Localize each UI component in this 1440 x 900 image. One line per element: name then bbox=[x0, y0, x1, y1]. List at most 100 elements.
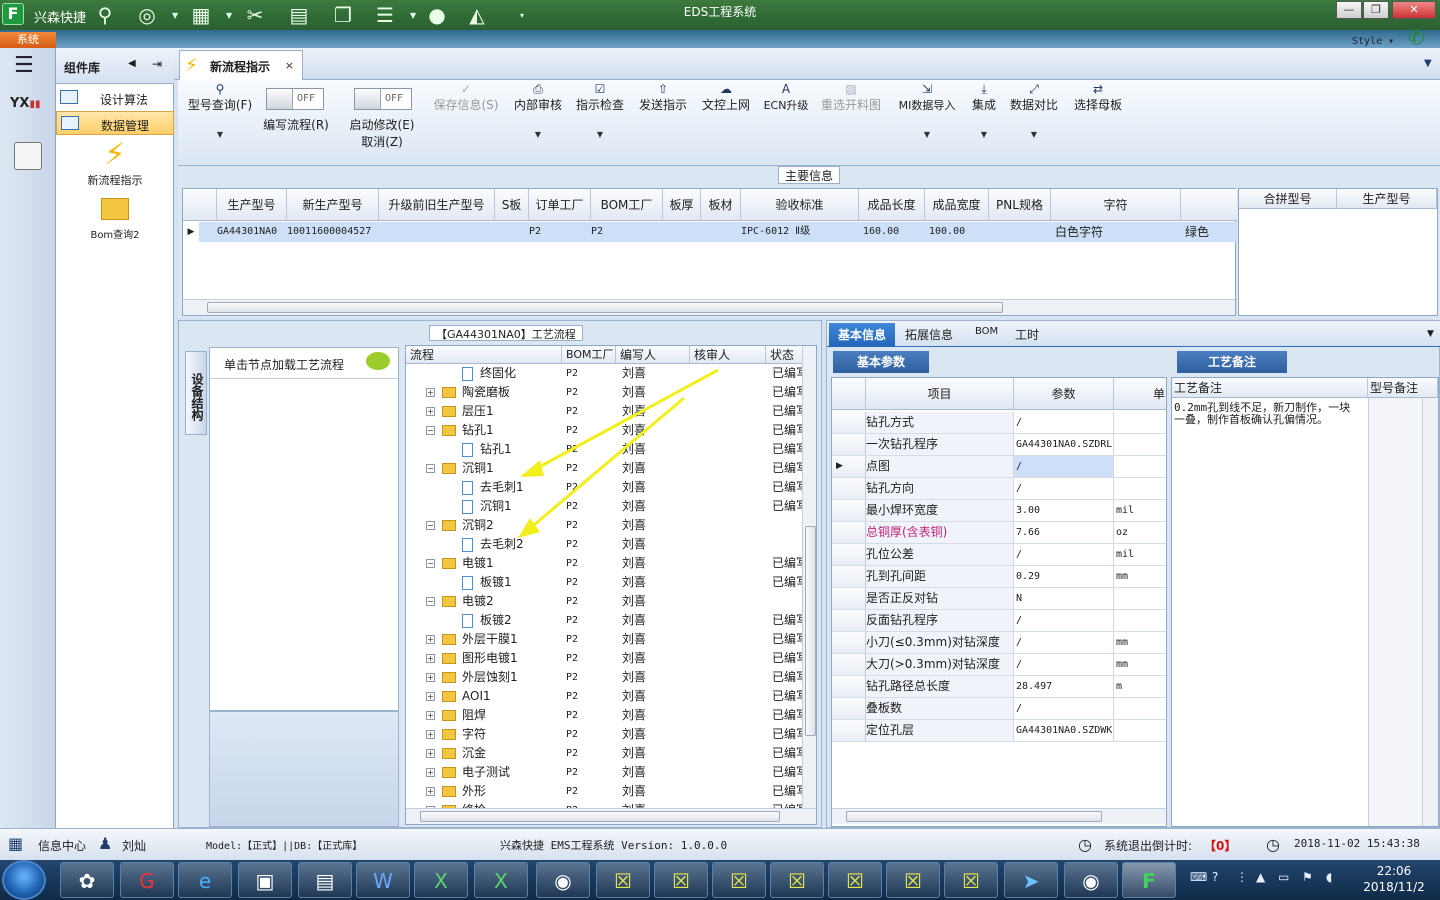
expand-icon[interactable]: + bbox=[426, 730, 435, 739]
collapse-icon[interactable]: − bbox=[426, 597, 435, 606]
ecn-upgrade-button[interactable]: A ECN升级 bbox=[760, 82, 812, 113]
tool-bom-query[interactable]: Bom查询2 bbox=[56, 198, 174, 241]
taskbar-clock[interactable]: 22:06 2018/11/2 bbox=[1352, 863, 1436, 895]
column-header[interactable]: 单 bbox=[1114, 378, 1166, 410]
collapse-left-icon[interactable]: ◀ bbox=[128, 58, 136, 69]
param-row[interactable]: 钻孔方向 / bbox=[832, 478, 1166, 500]
column-header[interactable]: 状态 bbox=[766, 346, 804, 364]
flag-icon[interactable]: ⚑ bbox=[1302, 870, 1313, 884]
grid-icon[interactable]: ▦ bbox=[8, 835, 30, 853]
info-center-label[interactable]: 信息中心 bbox=[38, 837, 86, 854]
floppy-icon[interactable]: ▣ bbox=[238, 862, 292, 898]
tree-row[interactable]: + 阻焊 P2 刘喜 已编写 bbox=[406, 706, 806, 725]
param-value[interactable]: / bbox=[1014, 698, 1114, 719]
param-value[interactable]: / bbox=[1014, 544, 1114, 565]
param-value[interactable]: GA44301NA0.SZDRL bbox=[1014, 434, 1114, 455]
param-row[interactable]: 一次钻孔程序 GA44301NA0.SZDRL bbox=[832, 434, 1166, 456]
param-row[interactable]: 是否正反对钻 N bbox=[832, 588, 1166, 610]
excel-icon[interactable]: X bbox=[414, 862, 468, 898]
equipment-structure-tab[interactable]: 设备结构 bbox=[185, 351, 207, 435]
window-app-icon[interactable]: ☒ bbox=[944, 862, 998, 898]
phone-icon[interactable]: ✆ bbox=[1408, 25, 1425, 49]
hamburger-menu-icon[interactable]: ☰ bbox=[14, 55, 40, 77]
param-row[interactable]: 孔到孔间距 0.29 mm bbox=[832, 566, 1166, 588]
expand-icon[interactable]: + bbox=[426, 654, 435, 663]
model-query-button[interactable]: ⚲ 型号查询(F) ▼ bbox=[184, 82, 256, 142]
collapse-icon[interactable]: − bbox=[426, 521, 435, 530]
volume-icon[interactable]: ◖ bbox=[1326, 870, 1332, 884]
param-value[interactable]: 7.66 bbox=[1014, 522, 1114, 543]
param-row[interactable]: 钻孔路径总长度 28.497 m bbox=[832, 676, 1166, 698]
column-header[interactable]: 新生产型号 bbox=[287, 189, 379, 221]
param-row[interactable]: 孔位公差 / mil bbox=[832, 544, 1166, 566]
tree-row[interactable]: +终检P2刘喜已编写 bbox=[406, 801, 806, 808]
column-header[interactable]: 生产型号 bbox=[1337, 189, 1437, 209]
horizontal-scrollbar[interactable] bbox=[832, 808, 1166, 824]
network-app-icon[interactable]: ◉ bbox=[536, 862, 590, 898]
tab-new-process[interactable]: ⚡ 新流程指示 × bbox=[179, 50, 303, 80]
tabs-dropdown-icon[interactable]: ▼ bbox=[1424, 58, 1432, 69]
param-value[interactable]: / bbox=[1014, 412, 1114, 433]
mi-import-button[interactable]: ⇲ MI数据导入 ▼ bbox=[892, 82, 962, 142]
column-header[interactable]: 验收标准 bbox=[741, 189, 859, 221]
send-instruction-button[interactable]: ⇧ 发送指示 bbox=[634, 82, 692, 113]
expand-icon[interactable]: + bbox=[426, 692, 435, 701]
tree-row[interactable]: 板镀1 P2 刘喜 已编写 bbox=[406, 573, 806, 592]
column-header[interactable]: 板厚 bbox=[663, 189, 701, 221]
tree-row[interactable]: + 外层蚀刻1 P2 刘喜 已编写 bbox=[406, 668, 806, 687]
tree-row[interactable]: − 电镀2 P2 刘喜 bbox=[406, 592, 806, 611]
tree-row[interactable]: 板镀2 P2 刘喜 已编写 bbox=[406, 611, 806, 630]
column-header[interactable]: 成品长度 bbox=[859, 189, 925, 221]
write-process-toggle[interactable]: OFF bbox=[266, 88, 324, 110]
scroll-thumb[interactable] bbox=[420, 811, 780, 822]
window-app-icon[interactable]: ☒ bbox=[886, 862, 940, 898]
horizontal-scrollbar[interactable] bbox=[406, 808, 816, 824]
param-value[interactable]: N bbox=[1014, 588, 1114, 609]
column-header[interactable]: BOM工厂 bbox=[591, 189, 663, 221]
window-app-icon[interactable]: ☒ bbox=[712, 862, 766, 898]
scanner-icon[interactable]: ▤ bbox=[298, 862, 352, 898]
window-app-icon[interactable]: ☒ bbox=[828, 862, 882, 898]
param-row[interactable]: 钻孔方式 / bbox=[832, 412, 1166, 434]
instruction-check-button[interactable]: ☑ 指示检查 ▼ bbox=[572, 82, 628, 142]
param-value[interactable]: / bbox=[1014, 610, 1114, 631]
tree-row[interactable]: + 外形 P2 刘喜 已编写 bbox=[406, 782, 806, 801]
start-modify-toggle[interactable]: OFF bbox=[354, 88, 412, 110]
tab-close-icon[interactable]: × bbox=[285, 59, 294, 72]
scroll-thumb[interactable] bbox=[846, 811, 1102, 822]
column-header[interactable]: 订单工厂 bbox=[529, 189, 591, 221]
expand-icon[interactable]: + bbox=[426, 407, 435, 416]
param-value[interactable]: / bbox=[1014, 456, 1114, 477]
collapse-icon[interactable]: − bbox=[426, 464, 435, 473]
tab-work-hours[interactable]: 工时 bbox=[1015, 326, 1039, 343]
param-row[interactable]: 定位孔层 GA44301NA0.SZDWK bbox=[832, 720, 1166, 742]
param-row[interactable]: 叠板数 / bbox=[832, 698, 1166, 720]
show-hidden-icon[interactable]: ▲ bbox=[1256, 870, 1265, 884]
ie-icon[interactable]: e bbox=[178, 862, 232, 898]
panel-item-data-management[interactable]: 数据管理 bbox=[56, 111, 174, 135]
param-value[interactable]: / bbox=[1014, 478, 1114, 499]
param-value[interactable]: / bbox=[1014, 632, 1114, 653]
column-header[interactable]: 参数 bbox=[1014, 378, 1114, 410]
expand-icon[interactable]: + bbox=[426, 711, 435, 720]
column-header[interactable]: 合拼型号 bbox=[1239, 189, 1337, 209]
save-info-button[interactable]: ✓ 保存信息(S) bbox=[430, 82, 502, 113]
expand-icon[interactable]: + bbox=[426, 673, 435, 682]
tree-row[interactable]: + AOI1 P2 刘喜 已编写 bbox=[406, 687, 806, 706]
shell-app-icon[interactable]: ✿ bbox=[60, 862, 114, 898]
vertical-scrollbar[interactable] bbox=[802, 346, 816, 808]
param-value[interactable]: / bbox=[1014, 654, 1114, 675]
param-value[interactable]: 0.29 bbox=[1014, 566, 1114, 587]
tree-row[interactable]: + 电子测试 P2 刘喜 已编写 bbox=[406, 763, 806, 782]
column-header[interactable]: 项目 bbox=[866, 378, 1014, 410]
column-header[interactable]: S板 bbox=[495, 189, 529, 221]
window-app-icon[interactable]: ☒ bbox=[596, 862, 650, 898]
messenger-icon[interactable]: ➤ bbox=[1004, 862, 1058, 898]
pin-icon[interactable]: ⇥ bbox=[152, 57, 162, 71]
tab-basic-info[interactable]: 基本信息 bbox=[829, 323, 895, 347]
expand-icon[interactable]: + bbox=[426, 388, 435, 397]
param-row[interactable]: 大刀(>0.3mm)对钻深度 / mm bbox=[832, 654, 1166, 676]
tool-new-process[interactable]: ⚡ 新流程指示 bbox=[56, 138, 174, 188]
maximize-button[interactable]: ❐ bbox=[1363, 1, 1389, 19]
help-icon[interactable]: ? bbox=[1212, 870, 1218, 884]
